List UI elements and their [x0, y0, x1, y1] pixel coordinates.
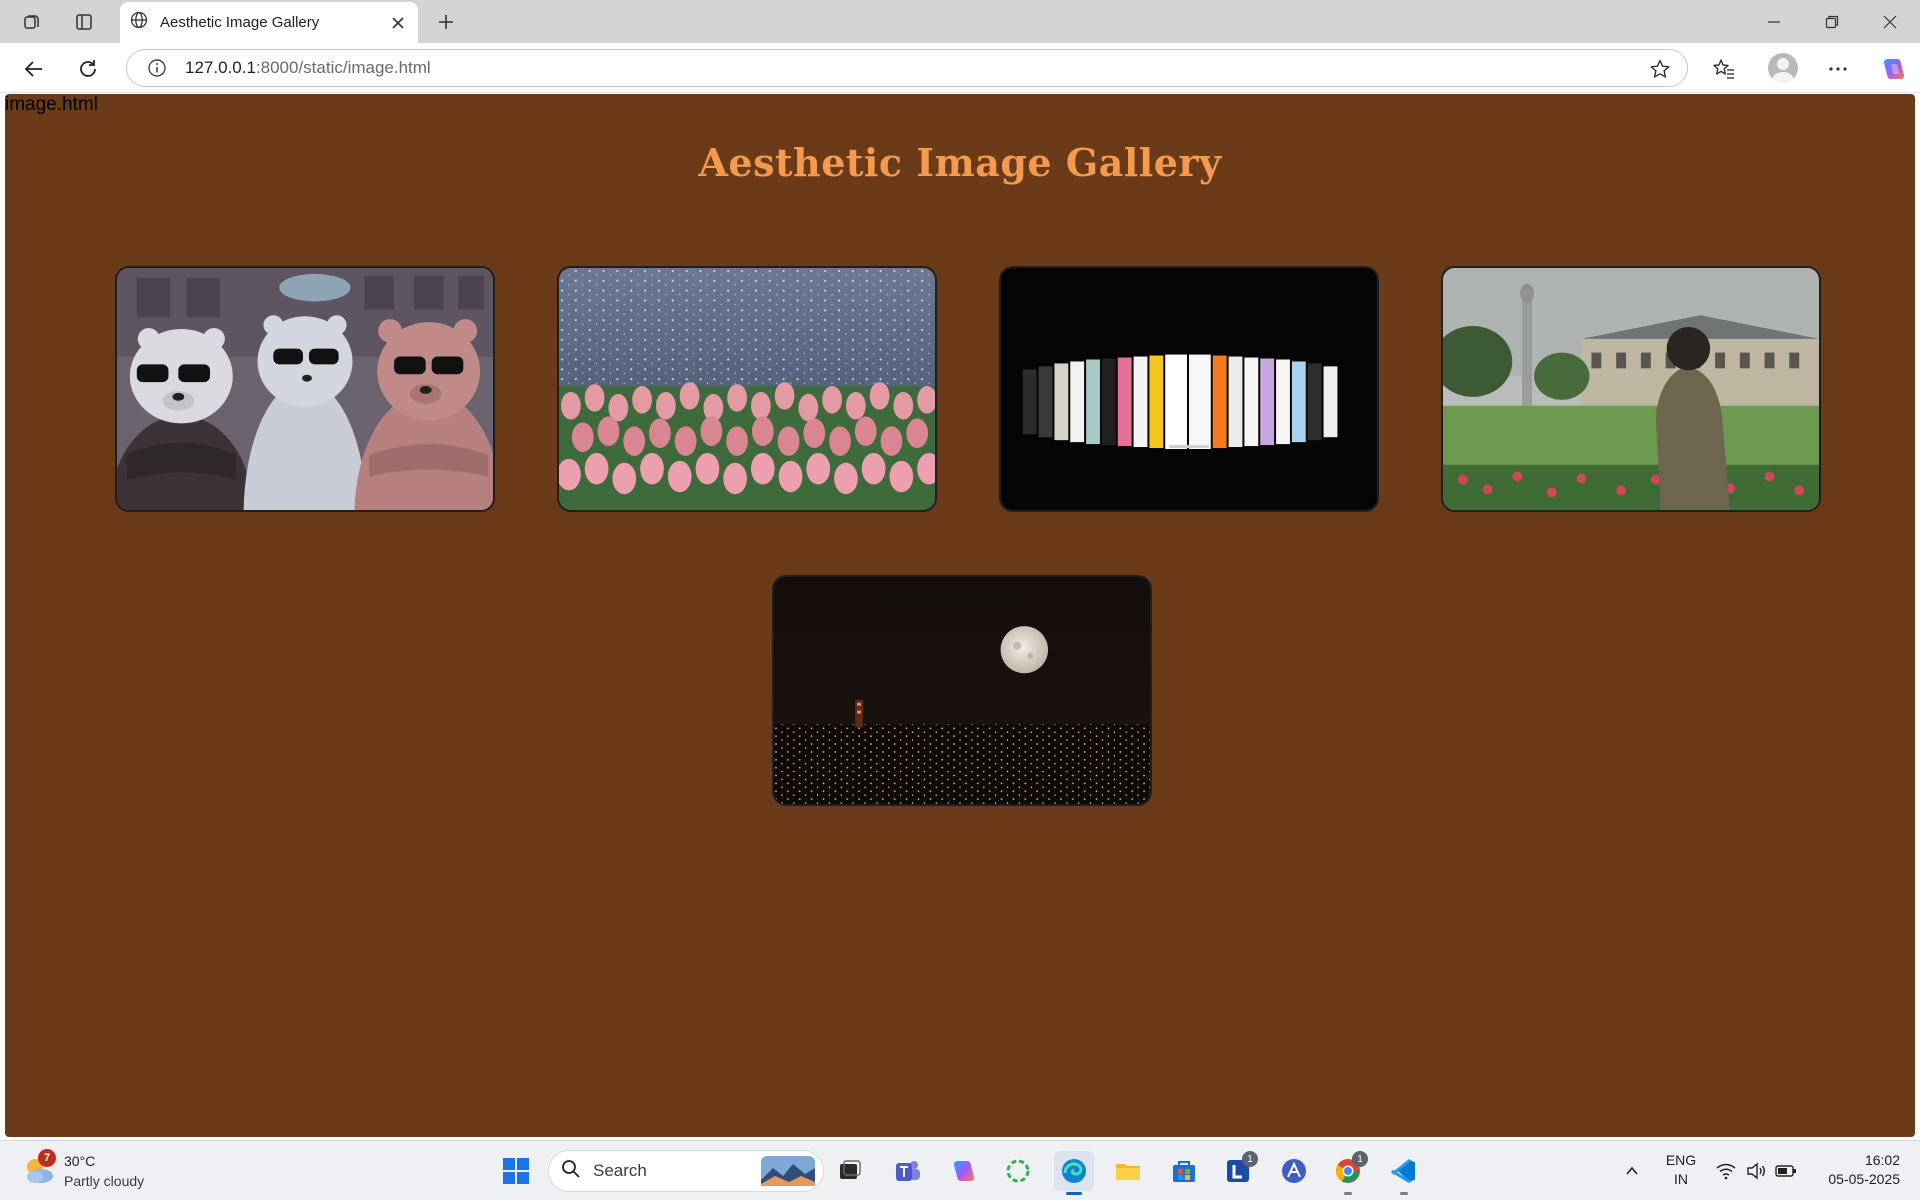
cartoon-bears-image: [117, 268, 493, 510]
tab-active[interactable]: Aesthetic Image Gallery: [120, 2, 418, 43]
circle-app-icon[interactable]: [998, 1151, 1038, 1191]
refresh-icon[interactable]: [70, 51, 106, 87]
lens-app-icon[interactable]: 1: [1218, 1151, 1258, 1191]
chrome-running-indicator: [1344, 1192, 1352, 1195]
weather-widget[interactable]: 7 30°C Partly cloudy: [22, 1149, 162, 1193]
tab-strip: Aesthetic Image Gallery: [0, 0, 1920, 43]
search-label: Search: [593, 1161, 647, 1180]
store-icon[interactable]: [1164, 1151, 1204, 1191]
gallery-image-palace[interactable]: [1441, 266, 1821, 512]
system-clock[interactable]: 16:02 05-05-2025: [1810, 1151, 1900, 1189]
close-window-icon[interactable]: [1862, 0, 1918, 43]
copilot-app-icon[interactable]: [944, 1151, 984, 1191]
teams-icon[interactable]: [888, 1151, 928, 1191]
address-bar[interactable]: 127.0.0.1:8000/static/image.html: [126, 49, 1688, 87]
file-explorer-icon[interactable]: [1108, 1151, 1148, 1191]
restore-icon[interactable]: [1804, 0, 1860, 43]
workspaces-icon[interactable]: [14, 6, 50, 38]
tab-title: Aesthetic Image Gallery: [160, 14, 320, 31]
wifi-icon[interactable]: [1714, 1141, 1738, 1200]
url-text[interactable]: 127.0.0.1:8000/static/image.html: [185, 58, 431, 78]
close-tab-icon[interactable]: [384, 9, 412, 37]
new-tab-icon[interactable]: [428, 6, 464, 38]
gallery-image-albums[interactable]: [999, 266, 1379, 512]
minimize-icon[interactable]: [1746, 0, 1802, 43]
start-button[interactable]: [496, 1151, 536, 1191]
edge-running-indicator: [1066, 1192, 1082, 1195]
volume-icon[interactable]: [1744, 1141, 1768, 1200]
profile-avatar[interactable]: [1768, 53, 1798, 83]
weather-alert-badge: 7: [38, 1149, 56, 1167]
search-icon: [561, 1159, 581, 1184]
page-file-label: image.html: [5, 94, 98, 115]
favorite-star-icon[interactable]: [1647, 56, 1673, 82]
language-indicator[interactable]: ENG IN: [1656, 1151, 1706, 1189]
page-viewport: image.html Aesthetic Image Gallery: [5, 94, 1915, 1137]
edge-icon[interactable]: [1054, 1151, 1094, 1195]
copilot-icon[interactable]: [1876, 51, 1912, 87]
chevron-up-icon[interactable]: [1618, 1141, 1646, 1200]
a-app-icon[interactable]: [1274, 1151, 1314, 1191]
globe-icon: [130, 11, 148, 34]
favorites-icon[interactable]: [1706, 51, 1742, 87]
vscode-icon[interactable]: [1384, 1151, 1424, 1195]
weather-desc: Partly cloudy: [64, 1173, 145, 1189]
palace-garden-image: [1443, 268, 1819, 510]
browser-toolbar: 127.0.0.1:8000/static/image.html: [0, 43, 1920, 93]
search-highlight-icon: [761, 1156, 815, 1186]
moon-city-night-image: [774, 577, 1150, 804]
site-info-icon[interactable]: [145, 56, 169, 80]
chrome-badge: 1: [1352, 1151, 1368, 1167]
gallery-image-moon[interactable]: [772, 575, 1152, 806]
task-view-icon[interactable]: [830, 1151, 870, 1191]
weather-temp: 30°C: [64, 1153, 96, 1169]
vscode-running-indicator: [1400, 1192, 1408, 1195]
album-covers-image: [1001, 268, 1377, 510]
gallery-image-tulips[interactable]: [557, 266, 937, 512]
page-title: Aesthetic Image Gallery: [698, 140, 1222, 185]
chrome-icon[interactable]: 1: [1328, 1151, 1368, 1195]
taskbar-search[interactable]: Search: [548, 1150, 824, 1192]
battery-icon[interactable]: [1772, 1141, 1800, 1200]
tulips-by-water-image: [559, 268, 935, 510]
lens-badge: 1: [1242, 1151, 1258, 1167]
taskbar: 7 30°C Partly cloudy Search 1 1 ENG IN 1…: [0, 1140, 1920, 1200]
tab-actions-icon[interactable]: [66, 6, 102, 38]
more-options-icon[interactable]: [1820, 51, 1856, 87]
gallery-image-bears[interactable]: [115, 266, 495, 512]
back-icon[interactable]: [16, 51, 52, 87]
